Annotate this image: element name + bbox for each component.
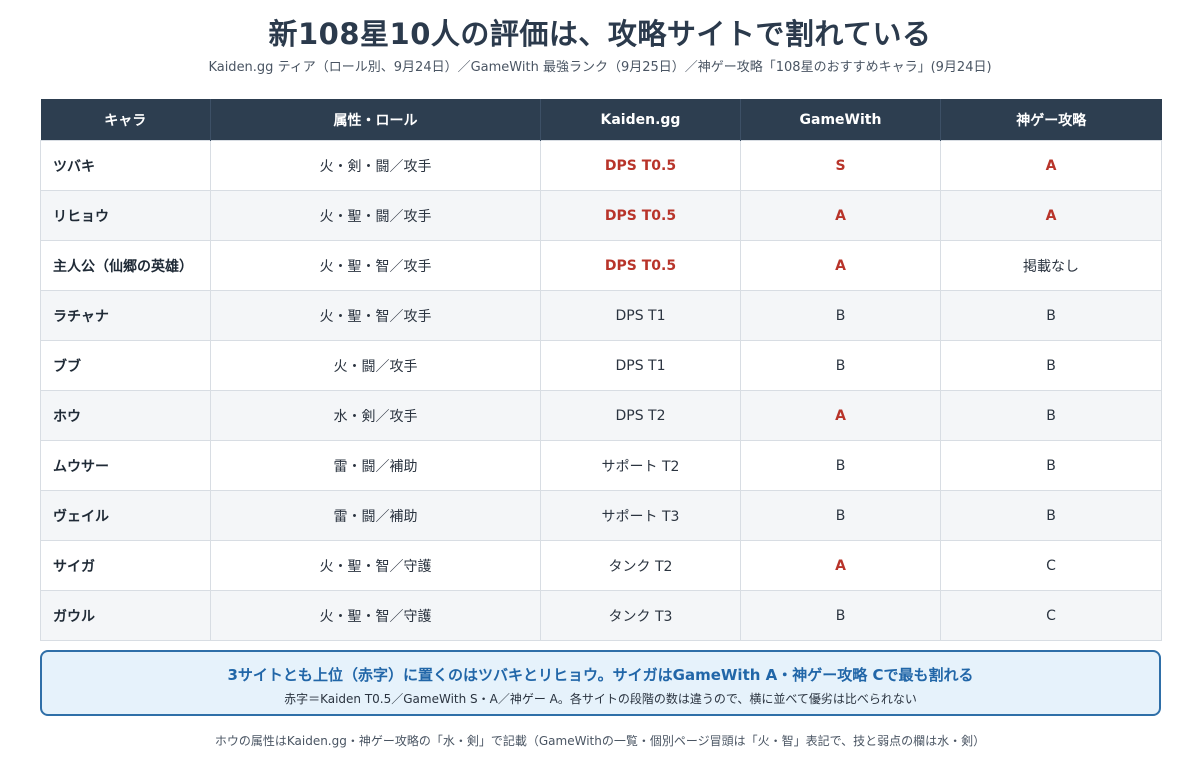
character-name: ガウル bbox=[40, 590, 211, 641]
summary-callout: 3サイトとも上位（赤字）に置くのはツバキとリヒョウ。サイガはGameWith A… bbox=[40, 650, 1161, 716]
header-character: キャラ bbox=[40, 99, 211, 141]
kaiden-rating: DPS T0.5 bbox=[540, 240, 741, 291]
table-row: ツバキ 火・剣・闘／攻手 DPS T0.5 S A bbox=[40, 140, 1162, 191]
kaiden-rating: タンク T3 bbox=[540, 590, 741, 641]
kamige-rating: C bbox=[940, 540, 1162, 591]
kamige-rating: B bbox=[940, 440, 1162, 491]
footnote: ホウの属性はKaiden.gg・神ゲー攻略の「水・剣」で記載（GameWithの… bbox=[214, 734, 986, 748]
table-row: リヒョウ 火・聖・闘／攻手 DPS T0.5 A A bbox=[40, 190, 1162, 241]
attribute-role: 火・聖・智／守護 bbox=[210, 590, 541, 641]
gamewith-rating: B bbox=[740, 590, 941, 641]
attribute-role: 雷・闘／補助 bbox=[210, 490, 541, 541]
kaiden-rating: DPS T2 bbox=[540, 390, 741, 441]
header-kamige: 神ゲー攻略 bbox=[940, 99, 1162, 141]
page-title: 新108星10人の評価は、攻略サイトで割れている bbox=[268, 17, 932, 51]
character-name: ブブ bbox=[40, 340, 211, 391]
character-name: リヒョウ bbox=[40, 190, 211, 241]
kamige-rating: 掲載なし bbox=[940, 240, 1162, 291]
attribute-role: 火・剣・闘／攻手 bbox=[210, 140, 541, 191]
kaiden-rating: DPS T0.5 bbox=[540, 190, 741, 241]
kaiden-rating: サポート T2 bbox=[540, 440, 741, 491]
callout-headline: 3サイトとも上位（赤字）に置くのはツバキとリヒョウ。サイガはGameWith A… bbox=[227, 666, 974, 684]
attribute-role: 火・聖・闘／攻手 bbox=[210, 190, 541, 241]
kaiden-rating: DPS T0.5 bbox=[540, 140, 741, 191]
attribute-role: 火・聖・智／攻手 bbox=[210, 290, 541, 341]
page-subtitle: Kaiden.gg ティア（ロール別、9月24日）／GameWith 最強ランク… bbox=[208, 60, 992, 75]
gamewith-rating: A bbox=[740, 390, 941, 441]
table-row: ヴェイル 雷・闘／補助 サポート T3 B B bbox=[40, 490, 1162, 541]
gamewith-rating: B bbox=[740, 440, 941, 491]
character-name: 主人公（仙郷の英雄） bbox=[40, 240, 211, 291]
kamige-rating: B bbox=[940, 290, 1162, 341]
attribute-role: 雷・闘／補助 bbox=[210, 440, 541, 491]
gamewith-rating: S bbox=[740, 140, 941, 191]
kamige-rating: A bbox=[940, 140, 1162, 191]
attribute-role: 火・聖・智／攻手 bbox=[210, 240, 541, 291]
header-gamewith: GameWith bbox=[740, 99, 941, 141]
gamewith-rating: A bbox=[740, 240, 941, 291]
table-row: ブブ 火・闘／攻手 DPS T1 B B bbox=[40, 340, 1162, 391]
character-name: ラチャナ bbox=[40, 290, 211, 341]
table-row: サイガ 火・聖・智／守護 タンク T2 A C bbox=[40, 540, 1162, 591]
attribute-role: 水・剣／攻手 bbox=[210, 390, 541, 441]
table-row: ラチャナ 火・聖・智／攻手 DPS T1 B B bbox=[40, 290, 1162, 341]
table-header-row: キャラ 属性・ロール Kaiden.gg GameWith 神ゲー攻略 bbox=[40, 99, 1162, 141]
kaiden-rating: DPS T1 bbox=[540, 290, 741, 341]
table-row: ムウサー 雷・闘／補助 サポート T2 B B bbox=[40, 440, 1162, 491]
table-row: ホウ 水・剣／攻手 DPS T2 A B bbox=[40, 390, 1162, 441]
gamewith-rating: B bbox=[740, 490, 941, 541]
kaiden-rating: DPS T1 bbox=[540, 340, 741, 391]
table-row: 主人公（仙郷の英雄） 火・聖・智／攻手 DPS T0.5 A 掲載なし bbox=[40, 240, 1162, 291]
attribute-role: 火・聖・智／守護 bbox=[210, 540, 541, 591]
character-name: サイガ bbox=[40, 540, 211, 591]
kamige-rating: C bbox=[940, 590, 1162, 641]
character-name: ヴェイル bbox=[40, 490, 211, 541]
callout-note: 赤字＝Kaiden T0.5／GameWith S・A／神ゲー A。各サイトの段… bbox=[284, 692, 917, 706]
attribute-role: 火・闘／攻手 bbox=[210, 340, 541, 391]
header-kaiden: Kaiden.gg bbox=[540, 99, 741, 141]
kamige-rating: A bbox=[940, 190, 1162, 241]
kaiden-rating: サポート T3 bbox=[540, 490, 741, 541]
character-name: ツバキ bbox=[40, 140, 211, 191]
gamewith-rating: A bbox=[740, 190, 941, 241]
page: 新108星10人の評価は、攻略サイトで割れている Kaiden.gg ティア（ロ… bbox=[0, 0, 1200, 760]
character-name: ムウサー bbox=[40, 440, 211, 491]
kaiden-rating: タンク T2 bbox=[540, 540, 741, 591]
character-name: ホウ bbox=[40, 390, 211, 441]
tier-table: キャラ 属性・ロール Kaiden.gg GameWith 神ゲー攻略 ツバキ … bbox=[40, 99, 1162, 641]
table-row: ガウル 火・聖・智／守護 タンク T3 B C bbox=[40, 590, 1162, 641]
gamewith-rating: A bbox=[740, 540, 941, 591]
kamige-rating: B bbox=[940, 340, 1162, 391]
kamige-rating: B bbox=[940, 490, 1162, 541]
header-attribute-role: 属性・ロール bbox=[210, 99, 541, 141]
gamewith-rating: B bbox=[740, 290, 941, 341]
gamewith-rating: B bbox=[740, 340, 941, 391]
kamige-rating: B bbox=[940, 390, 1162, 441]
